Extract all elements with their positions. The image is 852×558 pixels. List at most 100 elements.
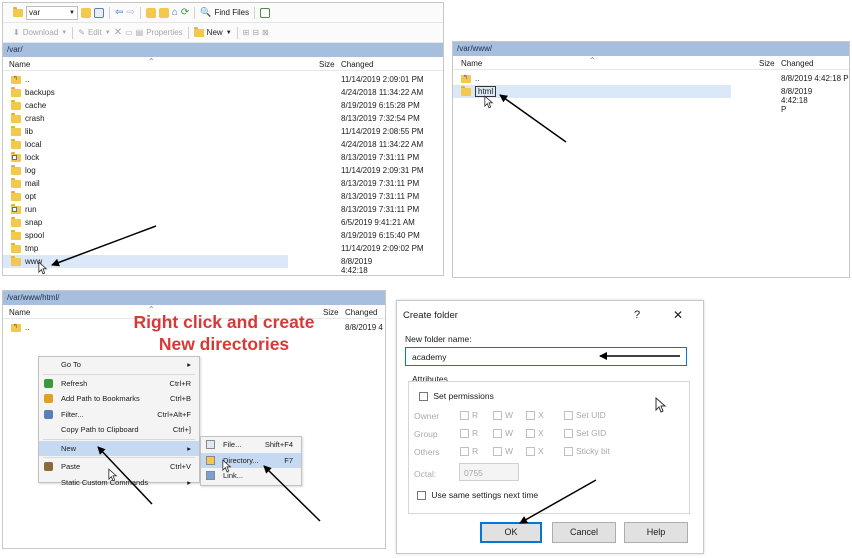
menu-item-label: Filter...	[61, 409, 84, 419]
checkbox[interactable]	[526, 411, 535, 421]
unselect-icon[interactable]: ⊟	[252, 28, 259, 37]
find-files-icon[interactable]: 🔍	[200, 7, 211, 18]
checkbox[interactable]	[493, 411, 502, 421]
file-row[interactable]: tmp 11/14/2019 2:09:02 PM	[3, 242, 443, 255]
open-folder-icon[interactable]	[81, 7, 91, 18]
checkbox[interactable]	[460, 447, 469, 457]
permission-extra-checkbox[interactable]: Set UID	[564, 410, 606, 421]
submenu-item-directory[interactable]: Directory... F7	[201, 452, 301, 468]
properties-button[interactable]: Properties	[146, 28, 182, 37]
permission-checkbox[interactable]: R	[460, 428, 478, 439]
path-bar[interactable]: /var/	[3, 43, 443, 57]
file-row[interactable]: local 4/24/2018 11:34:22 AM	[3, 138, 443, 151]
file-row[interactable]: lib 11/14/2019 2:08:55 PM	[3, 125, 443, 138]
permission-checkbox[interactable]: W	[493, 446, 513, 457]
checkbox[interactable]	[460, 411, 469, 421]
permission-col-label: R	[472, 446, 479, 456]
ok-button[interactable]: OK	[480, 522, 542, 543]
permission-checkbox[interactable]: R	[460, 446, 479, 457]
file-row[interactable]: ↰.. 11/14/2019 2:09:01 PM	[3, 73, 443, 86]
file-row[interactable]: html 8/8/2019 4:42:18 P	[453, 85, 812, 114]
checkbox[interactable]	[564, 411, 573, 421]
column-changed[interactable]: Changed	[781, 59, 813, 68]
checkbox[interactable]	[564, 429, 573, 439]
menu-item-static-custom-commands[interactable]: Static Custom Commands ▸	[39, 475, 199, 491]
edit-button[interactable]: Edit	[88, 28, 102, 37]
rename-icon[interactable]: ▭	[125, 28, 133, 37]
column-size[interactable]: Size	[319, 60, 335, 69]
help-title-button[interactable]: ?	[634, 309, 640, 321]
permission-checkbox[interactable]: X	[526, 428, 544, 439]
path-combo[interactable]: var ▼	[26, 5, 78, 20]
use-same-settings-checkbox[interactable]: Use same settings next time	[417, 490, 538, 501]
toolbar-separator	[194, 6, 196, 19]
help-button[interactable]: Help	[624, 522, 688, 543]
permission-checkbox[interactable]: X	[526, 410, 544, 421]
column-name[interactable]: Name	[9, 308, 30, 317]
file-row[interactable]: backups 4/24/2018 11:34:22 AM	[3, 86, 443, 99]
checkbox[interactable]	[526, 447, 535, 457]
file-row[interactable]: cache 8/19/2019 6:15:28 PM	[3, 99, 443, 112]
permission-checkbox[interactable]: X	[526, 446, 544, 457]
close-icon[interactable]: ✕	[673, 308, 683, 322]
column-name[interactable]: Name	[9, 60, 30, 69]
home-icon[interactable]: ⌂	[172, 7, 178, 18]
submenu-item-file[interactable]: File... Shift+F4	[201, 437, 301, 453]
checkbox[interactable]	[493, 429, 502, 439]
tree-icon[interactable]	[260, 7, 271, 18]
delete-icon[interactable]: ✕	[114, 27, 122, 38]
permission-col-label: X	[538, 428, 544, 438]
file-row[interactable]: mail 8/13/2019 7:31:11 PM	[3, 177, 443, 190]
octal-input[interactable]: 0755	[459, 463, 519, 481]
menu-item-copy-path-to-clipboard[interactable]: Copy Path to Clipboard Ctrl+]	[39, 422, 199, 438]
parent-folder-icon[interactable]	[145, 7, 156, 18]
file-row[interactable]: crash 8/13/2019 7:32:54 PM	[3, 112, 443, 125]
permission-checkbox[interactable]: W	[493, 410, 513, 421]
submenu-item-link[interactable]: Link...	[201, 468, 301, 484]
file-row[interactable]: log 11/14/2019 2:09:31 PM	[3, 164, 443, 177]
menu-item-refresh[interactable]: Refresh Ctrl+R	[39, 376, 199, 392]
permission-checkbox[interactable]: W	[493, 428, 513, 439]
column-size[interactable]: Size	[759, 59, 775, 68]
filter-icon[interactable]: ⊠	[262, 28, 269, 37]
checkbox[interactable]	[564, 447, 573, 457]
menu-item-add-path-to-bookmarks[interactable]: Add Path to Bookmarks Ctrl+B	[39, 391, 199, 407]
file-row[interactable]: spool 8/19/2019 6:15:40 PM	[3, 229, 443, 242]
checkbox[interactable]	[419, 392, 428, 402]
menu-item-filter[interactable]: Filter... Ctrl+Alt+F	[39, 407, 199, 423]
checkbox[interactable]	[493, 447, 502, 457]
refresh-icon[interactable]: ⟳	[181, 7, 189, 18]
new-button[interactable]: New	[207, 28, 223, 37]
filter-icon[interactable]	[94, 7, 104, 18]
column-changed[interactable]: Changed	[341, 60, 373, 69]
permission-checkbox[interactable]: R	[460, 410, 478, 421]
path-bar[interactable]: /var/www/	[453, 42, 849, 56]
folder-name-input[interactable]: academy	[405, 347, 687, 366]
menu-item-shortcut: Ctrl+B	[169, 394, 191, 403]
checkbox[interactable]	[526, 429, 535, 439]
download-button[interactable]: Download	[23, 28, 59, 37]
checkbox[interactable]	[417, 491, 426, 501]
menu-item-new[interactable]: New ▸	[39, 440, 199, 456]
menu-item-go-to[interactable]: Go To ▸	[39, 357, 199, 373]
file-row[interactable]: lock 8/13/2019 7:31:11 PM	[3, 151, 443, 164]
set-permissions-checkbox[interactable]: Set permissions	[419, 391, 494, 402]
menu-item-paste[interactable]: Paste Ctrl+V	[39, 459, 199, 475]
file-row[interactable]: snap 6/5/2019 9:41:21 AM	[3, 216, 443, 229]
find-files-button[interactable]: Find Files	[214, 8, 249, 17]
column-name[interactable]: Name	[461, 59, 482, 68]
select-all-icon[interactable]: ⊞	[243, 28, 250, 37]
checkbox[interactable]	[460, 429, 469, 439]
cancel-button[interactable]: Cancel	[552, 522, 616, 543]
file-row[interactable]: run 8/13/2019 7:31:11 PM	[3, 203, 443, 216]
chevron-down-icon: ▼	[104, 29, 111, 36]
root-folder-icon[interactable]	[158, 7, 169, 18]
file-row[interactable]: ↰.. 8/8/2019 4:42:18 P	[453, 72, 849, 85]
permission-extra-checkbox[interactable]: Set GID	[564, 428, 606, 439]
back-arrow-icon[interactable]: ⇦	[115, 7, 123, 18]
path-bar[interactable]: /var/www/html/	[3, 291, 385, 305]
forward-arrow-icon[interactable]: ⇨	[126, 7, 134, 18]
file-row[interactable]: opt 8/13/2019 7:31:11 PM	[3, 190, 443, 203]
permission-extra-checkbox[interactable]: Sticky bit	[564, 446, 610, 457]
column-changed[interactable]: Changed	[345, 308, 377, 317]
